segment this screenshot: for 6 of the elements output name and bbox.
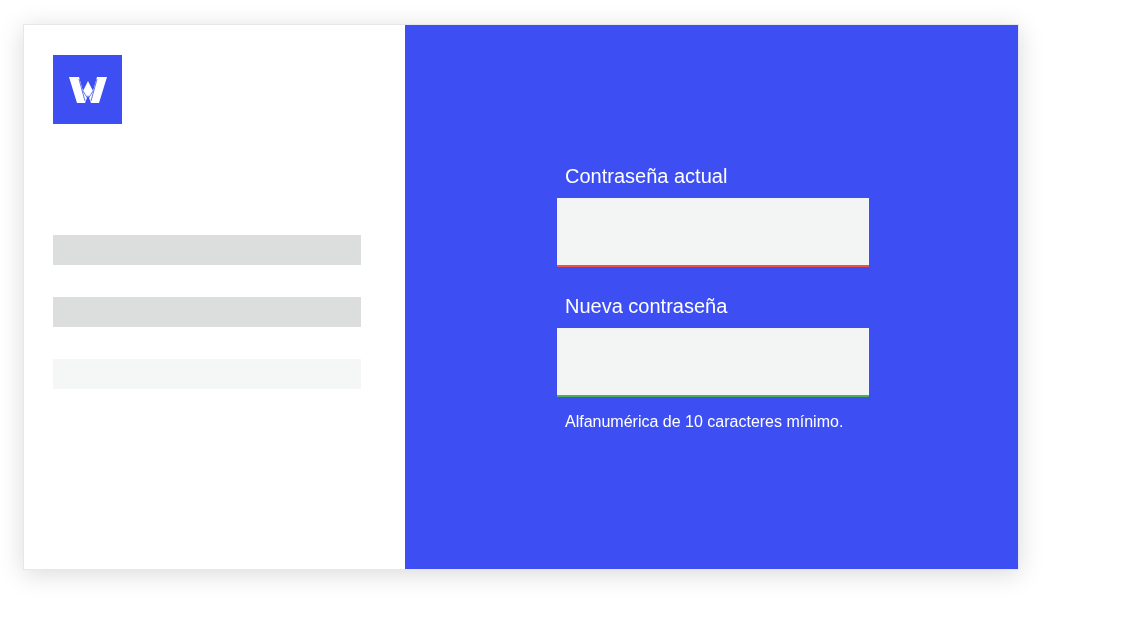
password-field[interactable] <box>557 328 869 397</box>
password-field[interactable] <box>557 198 869 267</box>
hint-text: Alfanumérica de 10 caracteres mínimo. <box>564 412 845 432</box>
field-label: Nueva contraseña <box>564 294 729 319</box>
field-label: Contraseña actual <box>564 164 729 189</box>
logo-icon <box>68 76 107 103</box>
